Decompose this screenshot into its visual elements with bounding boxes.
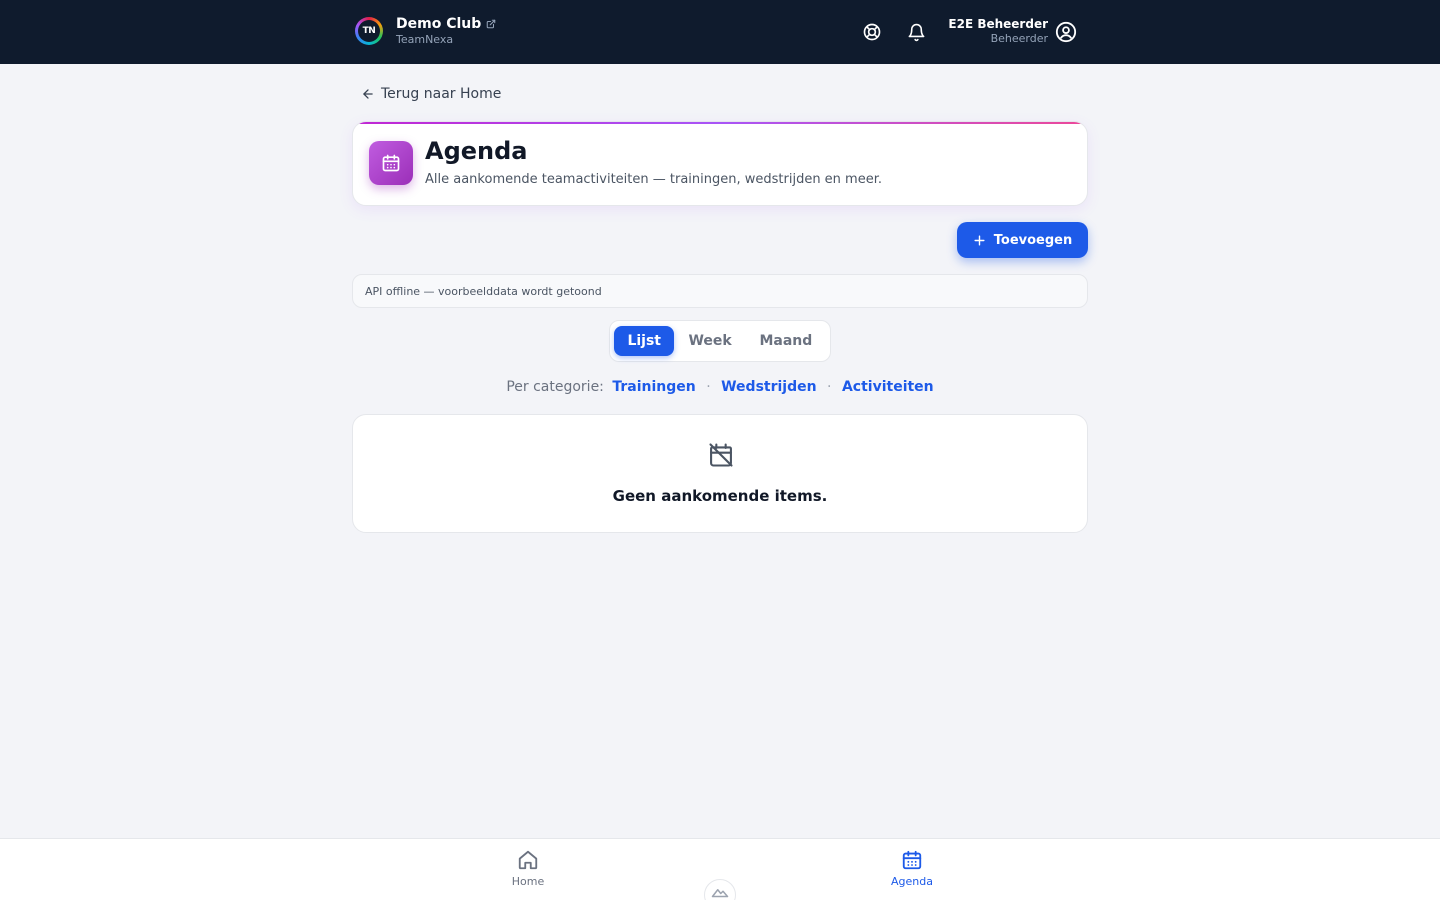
calendar-icon — [382, 154, 400, 172]
empty-state-text: Geen aankomende items. — [612, 487, 828, 505]
page-header-card: Agenda Alle aankomende teamactiviteiten … — [352, 121, 1088, 206]
category-filter: Per categorie: Trainingen · Wedstrijden … — [0, 379, 1440, 395]
help-button[interactable] — [861, 21, 883, 43]
calendar-icon — [902, 850, 922, 870]
tab-list[interactable]: Lijst — [614, 326, 675, 356]
category-link-wedstrijden[interactable]: Wedstrijden — [721, 379, 816, 395]
page-title: Agenda — [425, 137, 528, 165]
club-logo: TN — [355, 17, 383, 45]
nav-label-home: Home — [511, 875, 545, 888]
tab-week[interactable]: Week — [674, 326, 745, 356]
mountain-icon — [711, 889, 729, 898]
home-icon — [518, 850, 538, 870]
view-toggle: Lijst Week Maand — [609, 320, 831, 362]
club-switcher[interactable]: TN Demo Club TeamNexa — [355, 17, 496, 45]
category-separator: · — [827, 379, 832, 395]
plus-icon — [974, 234, 985, 246]
page-subtitle: Alle aankomende teamactiviteiten — train… — [425, 172, 882, 187]
back-to-home-link[interactable]: Terug naar Home — [361, 86, 501, 102]
offline-notice: API offline — voorbeelddata wordt getoon… — [352, 274, 1088, 308]
nav-label-agenda: Agenda — [891, 875, 933, 888]
agenda-badge — [369, 141, 413, 185]
notifications-button[interactable] — [905, 21, 927, 43]
external-link-icon[interactable] — [486, 19, 496, 29]
nav-item-agenda[interactable]: Agenda — [872, 849, 952, 888]
club-subtitle: TeamNexa — [396, 33, 454, 46]
club-name: Demo Club — [396, 16, 482, 32]
center-nav-button[interactable] — [704, 879, 736, 900]
arrow-left-icon — [363, 89, 373, 99]
category-link-trainingen[interactable]: Trainingen — [612, 379, 695, 395]
top-bar: TN Demo Club TeamNexa E2E Beheerder Behe… — [0, 0, 1440, 64]
user-icon — [1055, 21, 1077, 43]
club-logo-text: TN — [358, 20, 380, 42]
nav-item-home[interactable]: Home — [488, 849, 568, 888]
category-separator: · — [706, 379, 711, 395]
category-link-activiteiten[interactable]: Activiteiten — [842, 379, 934, 395]
user-menu[interactable]: E2E Beheerder Beheerder — [948, 18, 1048, 44]
tab-month[interactable]: Maand — [746, 326, 826, 356]
calendar-off-icon — [709, 443, 733, 467]
offline-notice-text: API offline — voorbeelddata wordt getoon… — [365, 284, 602, 298]
add-button[interactable]: Toevoegen — [957, 222, 1088, 258]
help-icon — [863, 23, 881, 41]
user-role: Beheerder — [990, 32, 1048, 45]
user-avatar-button[interactable] — [1055, 21, 1077, 43]
category-label: Per categorie: — [506, 379, 604, 395]
empty-state-card: Geen aankomende items. — [352, 414, 1088, 533]
back-link-label: Terug naar Home — [381, 86, 502, 102]
bottom-nav: Home Agenda — [0, 838, 1440, 900]
user-name: E2E Beheerder — [948, 17, 1048, 31]
add-button-label: Toevoegen — [993, 232, 1073, 248]
bell-icon — [908, 23, 924, 41]
